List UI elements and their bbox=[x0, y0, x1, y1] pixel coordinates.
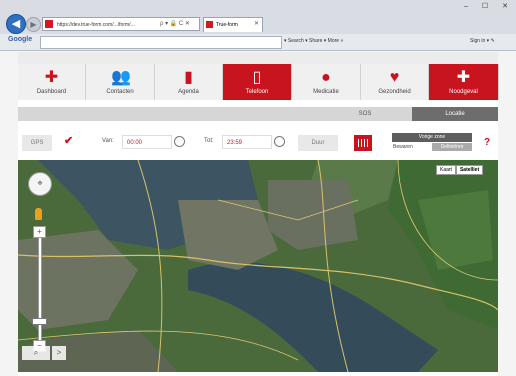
contacts-icon: 👥 bbox=[111, 69, 131, 86]
tab-sos[interactable]: SOS bbox=[350, 107, 380, 121]
nav-label: Medicatie bbox=[313, 89, 339, 95]
map-next-button[interactable]: > bbox=[52, 346, 66, 360]
van-time-input[interactable]: 00:00 bbox=[122, 135, 172, 149]
map-search-button[interactable]: ⌕ bbox=[22, 346, 50, 360]
nav-label: Dashboard bbox=[36, 89, 67, 95]
heart-icon: ♥ bbox=[389, 69, 400, 86]
map-type-switch: Kaart Satelliet bbox=[436, 165, 484, 175]
definieren-button[interactable]: Definiëren bbox=[432, 143, 472, 151]
clock-icon[interactable] bbox=[174, 136, 185, 147]
nav-agenda[interactable]: ▮ Agenda bbox=[155, 64, 223, 100]
pegman-icon[interactable] bbox=[35, 208, 42, 220]
forward-button[interactable]: ▶ bbox=[26, 17, 41, 32]
tab-locatie[interactable]: Locatie bbox=[412, 107, 498, 121]
nav-label: Telefoon bbox=[245, 89, 269, 95]
map-type-kaart[interactable]: Kaart bbox=[436, 165, 456, 175]
van-label: Van: bbox=[102, 138, 114, 144]
nav-label: Contacten bbox=[106, 89, 134, 95]
nav-telefoon[interactable]: ▯ Telefoon bbox=[223, 64, 292, 100]
gps-checkbox[interactable]: ✔ bbox=[64, 134, 73, 147]
nav-label: Noodgeval bbox=[449, 89, 478, 95]
tab-favicon-icon bbox=[206, 21, 213, 28]
window-buttons[interactable]: – ☐ ✕ bbox=[458, 2, 514, 14]
phone-icon: ▯ bbox=[252, 69, 262, 86]
zoom-slider-thumb[interactable] bbox=[32, 318, 47, 325]
favicon-icon bbox=[45, 20, 53, 28]
nav-medicatie[interactable]: ● Medicatie bbox=[292, 64, 361, 100]
bewaren-button[interactable]: Bewaren bbox=[393, 144, 413, 150]
clock-icon[interactable] bbox=[274, 136, 285, 147]
zoom-in-button[interactable]: + bbox=[33, 226, 46, 238]
tot-time-input[interactable]: 23:59 bbox=[222, 135, 272, 149]
plus-cross-icon: ✚ bbox=[44, 69, 59, 86]
help-button[interactable]: ? bbox=[480, 134, 494, 152]
toolbar-items[interactable]: ▾ Search ▾ Share ▾ More » bbox=[284, 36, 343, 47]
agenda-icon: ▮ bbox=[184, 69, 193, 86]
nav-dashboard[interactable]: ✚ Dashboard bbox=[18, 64, 86, 100]
tot-label: Tot: bbox=[204, 138, 214, 144]
vorige-zone-button[interactable]: Vorige zone bbox=[392, 133, 472, 142]
duur-label: Duur bbox=[298, 135, 338, 151]
nav-gezondheid[interactable]: ♥ Gezondheid bbox=[361, 64, 429, 100]
google-logo: Google bbox=[8, 36, 33, 43]
nav-label: Agenda bbox=[178, 89, 199, 95]
nav-label: Gezondheid bbox=[378, 89, 411, 95]
top-strip bbox=[18, 52, 498, 64]
pan-control[interactable]: ✥ bbox=[28, 172, 52, 196]
pills-icon: ● bbox=[321, 69, 331, 86]
back-button[interactable]: ◀ bbox=[6, 14, 26, 34]
magnifier-icon: ⌕ bbox=[33, 348, 39, 357]
map-imagery bbox=[18, 160, 498, 372]
back-arrow-icon: ◀ bbox=[11, 18, 21, 30]
nav-noodgeval[interactable]: ✚ Noodgeval bbox=[429, 64, 499, 100]
google-search-input[interactable] bbox=[40, 36, 282, 49]
toolbar-sign-in[interactable]: Sign in ▾ ✎ bbox=[470, 36, 495, 47]
duration-bars-button[interactable] bbox=[354, 135, 372, 151]
gps-label: GPS bbox=[22, 135, 52, 151]
pan-arrows-icon: ✥ bbox=[37, 181, 43, 187]
tab-close-icon[interactable]: ✕ bbox=[254, 17, 259, 32]
checkmark-icon: ✔ bbox=[64, 135, 74, 147]
satellite-map[interactable] bbox=[18, 160, 498, 372]
address-bar-icons[interactable]: ρ ▾ 🔒 C ✕ bbox=[160, 17, 200, 31]
forward-arrow-icon: ▶ bbox=[30, 20, 37, 29]
nav-contacten[interactable]: 👥 Contacten bbox=[86, 64, 155, 100]
emergency-icon: ✚ bbox=[456, 69, 471, 86]
zoom-slider-track[interactable] bbox=[38, 230, 42, 344]
map-type-satelliet[interactable]: Satelliet bbox=[455, 165, 484, 175]
